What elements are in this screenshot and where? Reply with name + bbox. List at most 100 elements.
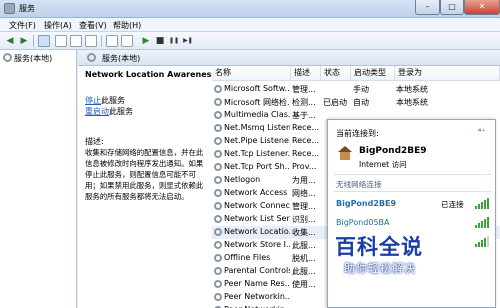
gear-icon — [214, 241, 222, 249]
play-icon[interactable]: ▶ — [140, 35, 152, 47]
services-tab-header: 服务(本地) — [78, 50, 500, 66]
wifi-network-name: BigPond2BE9 — [336, 199, 397, 208]
service-description: 基于... — [292, 111, 316, 120]
popup-divider — [334, 191, 491, 192]
service-description: Rece... — [292, 136, 319, 145]
service-name: Network Store I... — [224, 240, 290, 249]
column-header-status[interactable]: 状态 — [321, 66, 351, 81]
service-name: Microsoft Softw... — [224, 84, 290, 93]
signal-strength-icon — [475, 235, 489, 247]
wifi-network-item[interactable]: BigPond2BE9 已连接 — [336, 197, 491, 211]
gear-icon — [214, 280, 222, 288]
service-name: Net.Tcp Listener... — [224, 149, 290, 158]
service-description: 网络... — [292, 189, 316, 198]
service-name: Netlogon — [224, 175, 261, 184]
restart-service-link[interactable]: 重启动 — [85, 107, 109, 116]
gear-icon — [214, 137, 222, 145]
wifi-network-item[interactable]: BigPond05BA — [336, 216, 491, 230]
service-description: 管理... — [292, 85, 316, 94]
service-detail-pane: Network Location Awareness 停止此服务 重启动此服务 … — [78, 66, 216, 308]
gear-icon — [214, 176, 222, 184]
toolbar-separator — [33, 35, 34, 47]
menu-view[interactable]: 查看(V) — [79, 20, 107, 31]
column-header-logon-as[interactable]: 登录为 — [395, 66, 500, 81]
service-status: 已启动 — [323, 98, 347, 107]
service-startup-type: 自动 — [353, 98, 369, 107]
gear-icon — [214, 98, 222, 106]
service-name: Multimedia Clas... — [224, 110, 290, 119]
service-name: Network Locatio... — [224, 227, 290, 236]
watermark-title: 百科全说 — [335, 235, 423, 259]
gear-icon — [214, 85, 222, 93]
service-description: 此服... — [292, 241, 316, 250]
restart-service-action: 重启动此服务 — [85, 106, 133, 117]
properties-icon[interactable] — [55, 35, 67, 47]
console-tree-icon[interactable] — [38, 35, 50, 47]
maximize-button[interactable]: □ — [440, 0, 464, 15]
toolbar: ◀ ▶ ▶ ■ ❚❚ ▶❚ — [0, 32, 500, 50]
gear-icon — [214, 163, 222, 171]
export-list-icon[interactable] — [85, 35, 97, 47]
window-title: 服务 — [19, 4, 35, 13]
pause-icon[interactable]: ❚❚ — [168, 35, 180, 47]
forward-arrow-icon[interactable]: ▶ — [18, 35, 30, 47]
help-icon[interactable]: ⁴⁺ — [478, 127, 485, 136]
service-title: Network Location Awareness — [85, 70, 217, 79]
signal-strength-icon — [475, 216, 489, 228]
help-icon[interactable] — [106, 35, 118, 47]
tree-item-services-local[interactable]: 服务(本地) — [3, 53, 52, 64]
gear-icon — [214, 254, 222, 262]
signal-strength-icon — [475, 197, 489, 209]
restart-icon[interactable]: ▶❚ — [182, 35, 194, 47]
stop-service-action: 停止此服务 — [85, 95, 125, 106]
service-name: Peer Name Res... — [224, 279, 290, 288]
service-name: Net.Tcp Port Sh... — [224, 162, 290, 171]
gear-icon — [214, 293, 222, 301]
gear-icon — [214, 202, 222, 210]
wifi-connection-status: 已连接 — [441, 200, 464, 209]
watermark-subtitle: 助你轻松解决 — [344, 262, 416, 275]
menu-help[interactable]: 帮助(H) — [113, 20, 141, 31]
watermark-logo: 百科全说 助你轻松解决 — [335, 231, 465, 283]
action-suffix: 此服务 — [101, 96, 125, 105]
description-label: 描述: — [85, 137, 104, 146]
service-row[interactable]: Microsoft 网络检... 检测... 已启动 自动 本地系统 — [212, 96, 500, 109]
refresh-icon[interactable] — [70, 35, 82, 47]
console-tree: 服务(本地) — [0, 50, 77, 308]
gear-icon — [214, 124, 222, 132]
network-house-icon — [338, 146, 352, 160]
service-description: 收集... — [292, 228, 316, 237]
column-header-description[interactable]: 描述 — [291, 66, 321, 81]
service-name: Network Access ... — [224, 188, 290, 197]
service-description: Rece... — [292, 149, 319, 158]
stop-icon[interactable]: ■ — [154, 35, 166, 47]
column-header-startup-type[interactable]: 启动类型 — [351, 66, 395, 81]
service-description: Rece... — [292, 123, 319, 132]
gear-icon — [214, 150, 222, 158]
stop-service-link[interactable]: 停止 — [85, 96, 101, 105]
gear-icon — [3, 53, 12, 62]
close-button[interactable]: ✕ — [464, 0, 500, 15]
service-name: Peer Networkin... — [224, 292, 290, 301]
service-name: Network List Ser... — [224, 214, 290, 223]
menu-action[interactable]: 操作(A) — [44, 20, 72, 31]
service-logon-as: 本地系统 — [396, 85, 428, 94]
popup-divider — [334, 174, 491, 175]
back-arrow-icon[interactable]: ◀ — [4, 35, 16, 47]
gear-icon — [214, 189, 222, 197]
wifi-network-name: BigPond05BA — [336, 218, 390, 227]
gear-icon — [214, 267, 222, 275]
wireless-section-label: 无线网络连接 — [336, 180, 382, 189]
view-icon[interactable] — [121, 35, 133, 47]
service-description: 使用... — [292, 280, 316, 289]
service-description: 识别... — [292, 215, 316, 224]
menu-file[interactable]: 文件(F) — [9, 20, 36, 31]
column-header-name[interactable]: 名称 — [212, 66, 291, 81]
tree-item-label: 服务(本地) — [14, 54, 53, 63]
service-name: Parental Controls — [224, 266, 290, 275]
service-description: 脱机... — [292, 254, 316, 263]
action-suffix: 此服务 — [109, 107, 133, 116]
service-row[interactable]: Microsoft Softw... 管理... 手动 本地系统 — [212, 83, 500, 96]
minimize-button[interactable]: – — [415, 0, 440, 15]
service-name: Net.Msmq Listen... — [224, 123, 290, 132]
